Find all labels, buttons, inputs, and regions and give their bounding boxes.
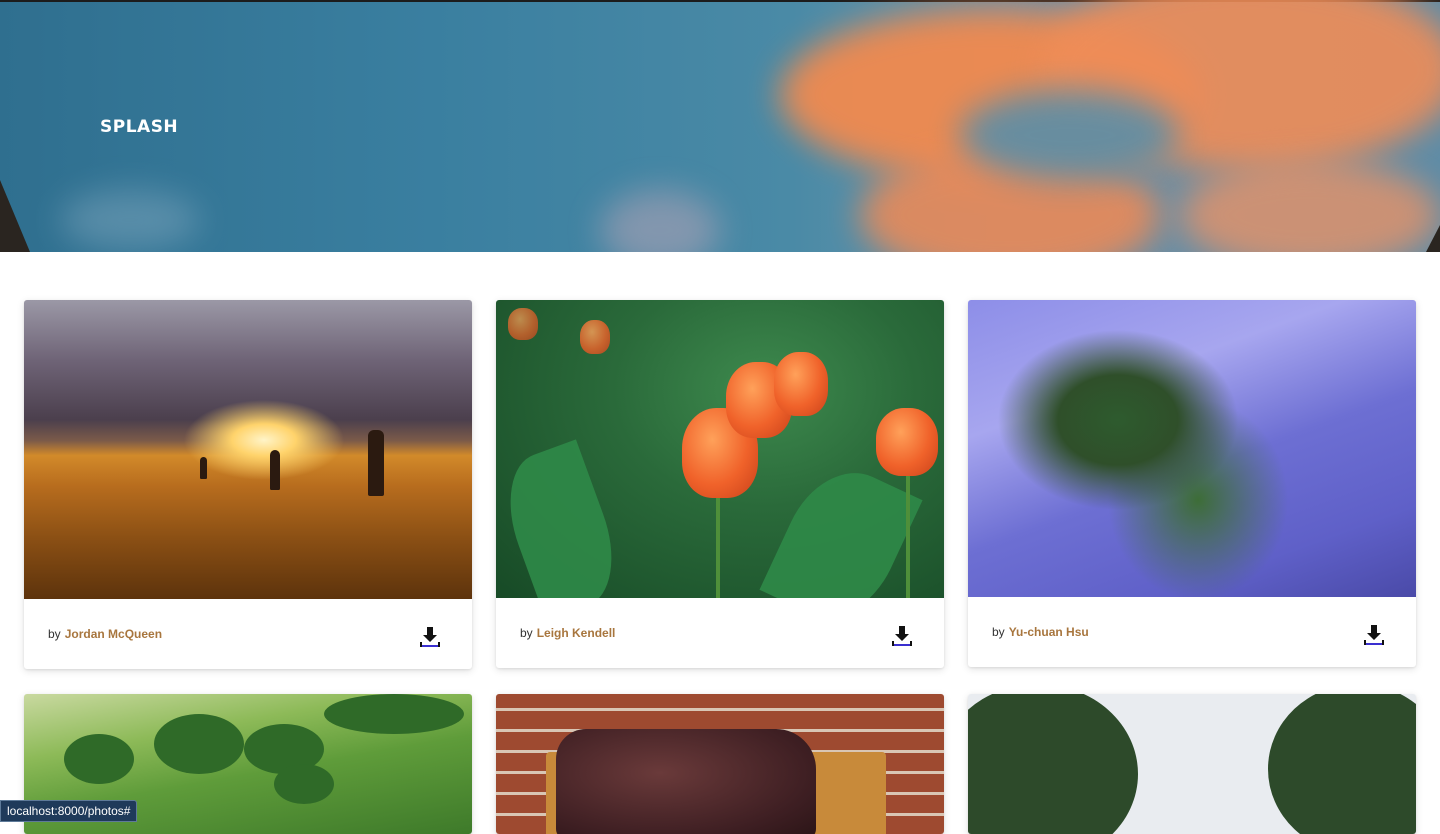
photo-byline: by Yu-chuan Hsu: [992, 625, 1089, 639]
photo-stem: [906, 470, 910, 598]
photo-tulip: [876, 408, 938, 476]
photo-card: [968, 694, 1416, 834]
photo-byline: by Jordan McQueen: [48, 627, 162, 641]
hero-sky-gap: [960, 90, 1180, 180]
author-link[interactable]: Leigh Kendell: [537, 626, 616, 640]
download-icon[interactable]: [890, 624, 914, 648]
photo-image[interactable]: [24, 300, 472, 599]
photo-tree: [324, 694, 464, 734]
hero-rock-right: [1426, 225, 1440, 252]
photo-bag: [556, 729, 816, 834]
photo-image[interactable]: [496, 300, 944, 598]
hero-rock-left: [0, 180, 30, 252]
photo-card: by Jordan McQueen: [24, 300, 472, 669]
photo-tree: [64, 734, 134, 784]
by-label: by: [992, 625, 1005, 639]
photo-tulip: [580, 320, 610, 354]
hero-banner: SPLASH: [0, 0, 1440, 252]
photo-byline: by Leigh Kendell: [520, 626, 615, 640]
photo-tulip: [774, 352, 828, 416]
photo-tulip: [508, 308, 538, 340]
hero-cloud: [600, 190, 720, 252]
browser-status-url: localhost:8000/photos#: [0, 800, 138, 822]
by-label: by: [520, 626, 533, 640]
download-icon[interactable]: [1362, 623, 1386, 647]
photo-tree: [1268, 694, 1416, 834]
photo-stem: [716, 490, 720, 598]
brand-logo[interactable]: SPLASH: [100, 117, 178, 137]
photo-tree: [968, 694, 1138, 834]
hero-cloud: [60, 190, 200, 250]
photo-image[interactable]: [968, 300, 1416, 597]
photo-meta: by Yu-chuan Hsu: [968, 597, 1416, 667]
photo-card: [496, 694, 944, 834]
photo-card: by Leigh Kendell: [496, 300, 944, 668]
hero-cloud: [1180, 160, 1440, 252]
photo-image[interactable]: [968, 694, 1416, 834]
photo-figure: [270, 450, 280, 490]
photo-tree: [274, 764, 334, 804]
by-label: by: [48, 627, 61, 641]
download-icon[interactable]: [418, 625, 442, 649]
photo-meta: by Jordan McQueen: [24, 599, 472, 669]
photo-tree: [154, 714, 244, 774]
photo-image[interactable]: [496, 694, 944, 834]
photo-figure: [200, 457, 207, 479]
photo-card: by Yu-chuan Hsu: [968, 300, 1416, 667]
photo-figure: [368, 430, 384, 496]
photo-meta: by Leigh Kendell: [496, 598, 944, 668]
author-link[interactable]: Jordan McQueen: [65, 627, 162, 641]
author-link[interactable]: Yu-chuan Hsu: [1009, 625, 1089, 639]
photo-leaf: [496, 439, 631, 598]
